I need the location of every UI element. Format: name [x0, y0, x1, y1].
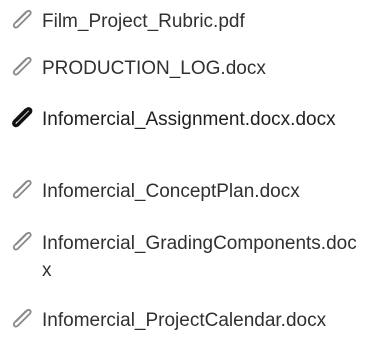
attachment-list: Film_Project_Rubric.pdf PRODUCTION_LOG.d… [0, 0, 368, 341]
attachment-filename: Infomercial_ProjectCalendar.docx [42, 310, 327, 331]
paperclip-icon [8, 53, 38, 79]
paperclip-icon [8, 305, 38, 331]
attachment-filename: Infomercial_GradingComponents.docx [42, 233, 357, 281]
attachment-filename: Infomercial_ConceptPlan.docx [42, 181, 300, 202]
paperclip-icon [8, 228, 38, 254]
paperclip-icon [8, 104, 38, 130]
attachment-filename: Infomercial_Assignment.docx.docx [42, 109, 336, 130]
attachment-filename: Film_Project_Rubric.pdf [42, 11, 245, 32]
paperclip-icon [8, 176, 38, 202]
paperclip-icon [8, 6, 38, 32]
attachment-filename: PRODUCTION_LOG.docx [42, 58, 266, 79]
